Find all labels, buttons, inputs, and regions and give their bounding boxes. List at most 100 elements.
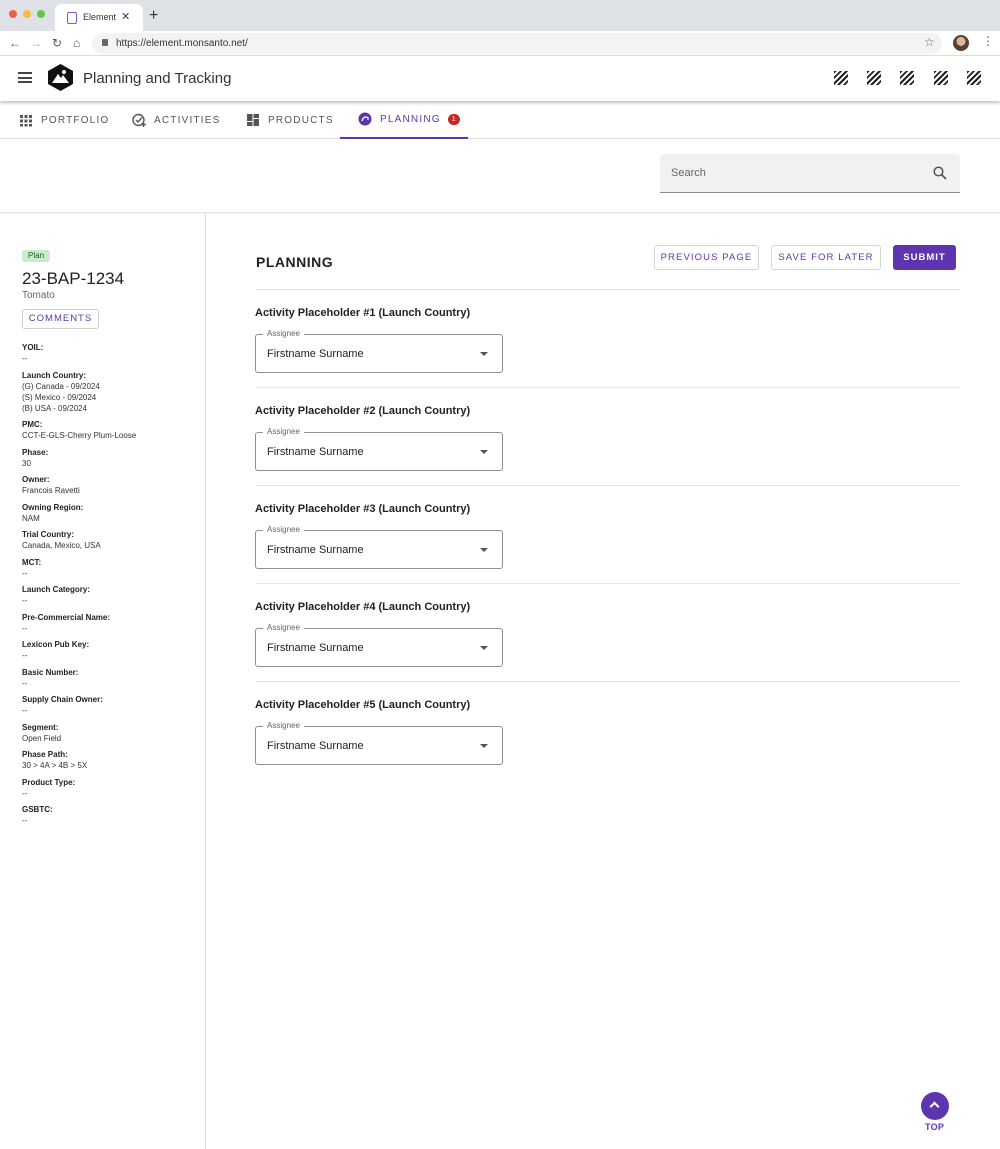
property-item: MCT: -- (22, 557, 202, 579)
tab-portfolio[interactable]: PORTFOLIO (19, 101, 109, 139)
dropdown-arrow-icon[interactable] (480, 744, 488, 748)
app-title: Planning and Tracking (83, 70, 232, 87)
activity-title: Activity Placeholder #4 (Launch Country) (255, 601, 471, 613)
app-switcher-icon[interactable] (867, 71, 881, 85)
app-switcher-icon[interactable] (967, 71, 981, 85)
scroll-top-label[interactable]: TOP (925, 1122, 944, 1132)
assignee-select[interactable]: Assignee Firstname Surname (255, 427, 503, 471)
property-item: Launch Category: -- (22, 584, 202, 606)
assignee-select[interactable]: Assignee Firstname Surname (255, 329, 503, 373)
assignee-value[interactable]: Firstname Surname (267, 642, 364, 654)
property-value: Francois Ravetti (22, 486, 80, 495)
hamburger-menu-icon[interactable] (18, 72, 32, 83)
previous-page-button[interactable]: PREVIOUS PAGE (654, 245, 759, 270)
status-badge: Plan (22, 250, 51, 262)
property-value: -- (22, 623, 28, 633)
search-field[interactable] (660, 154, 960, 193)
property-value: (G) Canada - 09/2024 (22, 381, 100, 391)
property-label: Lexicon Pub Key: (22, 640, 90, 649)
property-label: GSBTC: (22, 805, 53, 814)
property-label: Supply Chain Owner: (22, 695, 103, 704)
comments-button[interactable]: COMMENTS (22, 309, 99, 329)
tab-products[interactable]: PRODUCTS (246, 101, 334, 139)
activity-title: Activity Placeholder #3 (Launch Country) (255, 503, 471, 515)
assignee-value[interactable]: Firstname Surname (267, 740, 364, 752)
assignee-select[interactable]: Assignee Firstname Surname (255, 525, 503, 569)
property-item: Basic Number: -- (22, 667, 202, 689)
property-value: CCT-E-GLS-Cherry Plum-Loose (22, 431, 137, 440)
submit-button[interactable]: SUBMIT (893, 245, 956, 270)
assignee-label: Assignee (263, 329, 304, 338)
app-switcher-icon[interactable] (834, 71, 848, 85)
property-value: 30 > 4A > 4B > 5X (22, 761, 88, 770)
home-icon[interactable]: ⌂ (73, 35, 80, 51)
search-area (0, 139, 1000, 213)
activity-title: Activity Placeholder #2 (Launch Country) (255, 405, 471, 417)
tab-label: PRODUCTS (268, 114, 334, 126)
dropdown-arrow-icon[interactable] (480, 450, 488, 454)
property-item: Owner: Francois Ravetti (22, 474, 202, 496)
property-item: Product Type: -- (22, 777, 202, 799)
assignee-label: Assignee (263, 427, 304, 436)
divider (256, 681, 960, 682)
property-item: Phase: 30 (22, 447, 202, 469)
property-item: Launch Country: (G) Canada - 09/2024 (S) M… (22, 370, 202, 414)
window-maximize-button[interactable] (37, 10, 45, 18)
forward-arrow-icon[interactable]: → (30, 35, 42, 51)
search-input[interactable] (660, 154, 920, 192)
tab-planning[interactable]: PLANNING 1 (340, 101, 468, 139)
assignee-value[interactable]: Firstname Surname (267, 446, 364, 458)
assignee-label: Assignee (263, 721, 304, 730)
reload-icon[interactable]: ↻ (52, 35, 62, 51)
property-label: Trial Country: (22, 530, 75, 539)
tab-label: PLANNING (380, 113, 441, 125)
property-value: -- (22, 788, 28, 798)
grid-icon (20, 115, 32, 127)
divider (256, 289, 960, 290)
property-item: YOIL: -- (22, 342, 202, 364)
divider (256, 485, 960, 486)
property-label: Segment: (22, 722, 59, 732)
project-id: 23-BAP-1234 (22, 269, 125, 288)
property-label: YOIL: (22, 343, 44, 352)
mountain-logo-icon (48, 64, 73, 91)
window-minimize-button[interactable] (23, 10, 31, 18)
window-close-button[interactable] (9, 10, 17, 18)
app-switcher-icon[interactable] (934, 71, 948, 85)
browser-menu-icon[interactable]: ⋮ (982, 34, 994, 48)
property-value: (B) USA - 09/2024 (22, 403, 87, 413)
profile-avatar[interactable] (953, 35, 969, 51)
assignee-value[interactable]: Firstname Surname (267, 348, 364, 360)
property-label: Owning Region: (22, 502, 84, 512)
new-tab-button[interactable]: + (149, 6, 158, 26)
dropdown-arrow-icon[interactable] (480, 548, 488, 552)
bookmark-star-icon[interactable]: ☆ (924, 35, 935, 49)
assignee-select[interactable]: Assignee Firstname Surname (255, 623, 503, 667)
scroll-top-button[interactable] (921, 1092, 949, 1120)
back-arrow-icon[interactable]: ← (9, 35, 21, 51)
property-value: -- (22, 354, 28, 363)
property-value: -- (22, 706, 28, 715)
dashboard-icon (247, 114, 259, 126)
url-field[interactable]: https://element.monsanto.net/ ☆ (92, 33, 942, 54)
property-item: Segment: Open Field (22, 722, 202, 744)
dropdown-arrow-icon[interactable] (480, 646, 488, 650)
property-list: YOIL: -- Launch Country: (G) Canada - 09/20… (22, 342, 202, 832)
element-favicon-icon (67, 12, 77, 24)
property-item: Pre-Commercial Name: -- (22, 612, 202, 634)
app-switcher-icon[interactable] (900, 71, 914, 85)
search-icon[interactable] (933, 166, 947, 180)
property-value: -- (22, 568, 28, 578)
chevron-up-icon (929, 1101, 940, 1112)
save-for-later-button[interactable]: SAVE FOR LATER (771, 245, 881, 270)
assignee-value[interactable]: Firstname Surname (267, 544, 364, 556)
tab-label: PORTFOLIO (41, 114, 110, 126)
tab-activities[interactable]: ACTIVITIES (132, 101, 220, 139)
property-label: Product Type: (22, 777, 76, 787)
url-text[interactable]: https://element.monsanto.net/ (116, 38, 248, 49)
dropdown-arrow-icon[interactable] (480, 352, 488, 356)
browser-tab[interactable]: Element ✕ (55, 4, 143, 31)
assignee-select[interactable]: Assignee Firstname Surname (255, 721, 503, 765)
tab-close-icon[interactable]: ✕ (121, 10, 130, 23)
property-value: Open Field (22, 733, 62, 743)
